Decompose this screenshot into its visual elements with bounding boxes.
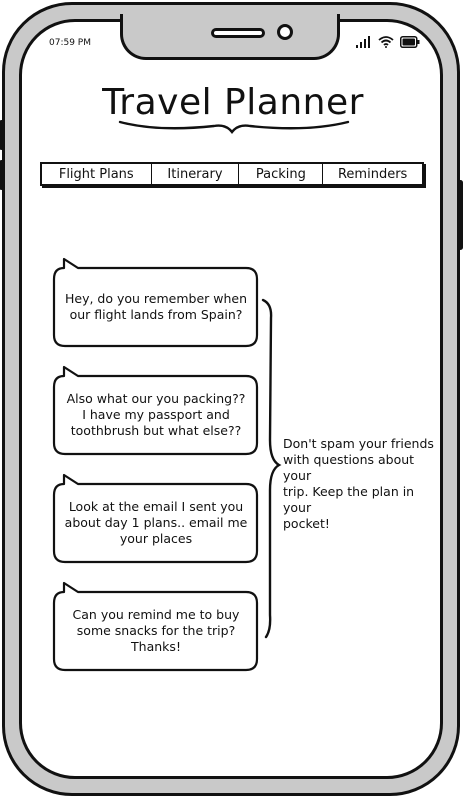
message-line: I have my passport and [82, 407, 230, 422]
message-line: Can you remind me to buy [72, 607, 240, 622]
message-1-text: Hey, do you remember when our flight lan… [54, 291, 258, 323]
side-note-line: pocket! [283, 516, 330, 531]
message-line: your places [119, 531, 193, 546]
side-note-line: with questions about your [283, 452, 415, 483]
message-line: Look at the email I sent you [68, 499, 244, 514]
message-line: Thanks! [131, 639, 181, 654]
curly-brace [261, 298, 282, 639]
message-line: Hey, do you remember when [64, 291, 248, 306]
message-line: Also what our you packing?? [66, 391, 246, 406]
message-2-text: Also what our you packing?? I have my pa… [54, 391, 258, 439]
side-note-line: trip. Keep the plan in your [283, 484, 415, 515]
side-note: Don't spam your friends with questions a… [283, 436, 443, 532]
message-line: some snacks for the trip? [76, 623, 236, 638]
side-note-line: Don't spam your friends [283, 436, 434, 451]
message-4-text: Can you remind me to buy some snacks for… [54, 607, 258, 655]
message-line: about day 1 plans.. email me [64, 515, 248, 530]
message-line: toothbrush but what else?? [70, 423, 242, 438]
message-3-text: Look at the email I sent you about day 1… [54, 499, 258, 547]
message-line: our flight lands from Spain? [69, 307, 243, 322]
